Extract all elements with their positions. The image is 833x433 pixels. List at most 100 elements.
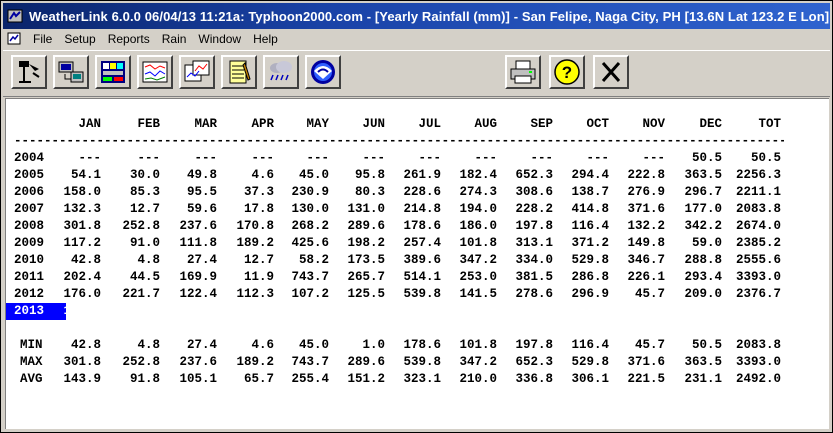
menu-rain[interactable]: Rain: [156, 32, 193, 46]
menu-help[interactable]: Help: [247, 32, 284, 46]
menu-file[interactable]: File: [27, 32, 58, 46]
table-cell: 177.0: [684, 202, 722, 216]
table-cell: 91.0: [129, 236, 160, 250]
table-row[interactable]: 2007 132.3 12.7 59.6 17.8 130.0 131.0 214.8 194.…: [6, 201, 781, 218]
table-row[interactable]: 2004 --- --- --- --- --- --- --- --- --- --- --- 50.…: [6, 150, 781, 167]
download-button[interactable]: [53, 55, 89, 89]
table-cell: 293.4: [684, 270, 722, 284]
column-header-dec: DEC: [699, 117, 722, 131]
table-cell: 381.5: [515, 270, 553, 284]
menu-window[interactable]: Window: [192, 32, 247, 46]
table-cell: 116.4: [571, 219, 609, 233]
table-cell: 2211.1: [735, 185, 781, 199]
report-pane[interactable]: JAN FEB MAR APR MAY JUN JUL AUG SEP OCT NOV DEC TOT …: [5, 98, 829, 429]
download-icon: [58, 61, 84, 83]
table-cell: 268.2: [291, 219, 329, 233]
table-cell: 65.7: [243, 372, 274, 386]
table-cell: 288.8: [684, 253, 722, 267]
table-row[interactable]: 2006 158.0 85.3 95.5 37.3 230.9 80.3 228.6 274.3…: [6, 184, 781, 201]
table-row[interactable]: 2005 54.1 30.0 49.8 4.6 45.0 95.8 261.9 182.4 652…: [6, 167, 781, 184]
menu-setup[interactable]: Setup: [58, 32, 101, 46]
table-cell: 306.1: [571, 372, 609, 386]
table-cell: 30.0: [129, 168, 160, 182]
table-cell: 371.2: [571, 236, 609, 250]
table-cell: 371.6: [627, 355, 665, 369]
table-row[interactable]: 2013 110.7 83.1 72.1 34.3 290.3 1.0 --- --- --- --…: [6, 303, 781, 320]
table-cell: ---: [699, 304, 722, 318]
table-cell: 182.4: [459, 168, 497, 182]
table-row[interactable]: 2011 202.4 44.5 169.9 11.9 743.7 265.7 514.1 253…: [6, 269, 781, 286]
table-cell: 1.0: [362, 304, 385, 318]
table-cell: 116.4: [571, 338, 609, 352]
table-cell: 45.7: [634, 338, 665, 352]
table-cell: 237.6: [179, 355, 217, 369]
table-cell: 334.0: [515, 253, 553, 267]
table-row[interactable]: 2008 301.8 252.8 237.6 170.8 268.2 289.6 178.6 1…: [6, 218, 781, 235]
print-button[interactable]: [505, 55, 541, 89]
table-cell: 652.3: [515, 355, 553, 369]
table-cell: 27.4: [186, 253, 217, 267]
table-cell: 2256.3: [735, 168, 781, 182]
table-cell: 323.1: [403, 372, 441, 386]
table-cell: 4.6: [251, 338, 274, 352]
strip-chart-button[interactable]: [137, 55, 173, 89]
table-cell: 50.5: [750, 151, 781, 165]
notepad-button[interactable]: [221, 55, 257, 89]
graph-button[interactable]: [179, 55, 215, 89]
table-cell: 539.8: [403, 287, 441, 301]
table-row[interactable]: 2012 176.0 221.7 122.4 112.3 107.2 125.5 539.8 1…: [6, 286, 781, 303]
menu-reports[interactable]: Reports: [102, 32, 156, 46]
graph-icon: [184, 60, 210, 82]
vantage-console-icon: [19, 61, 40, 83]
table-cell: 111.8: [179, 236, 217, 250]
rain-button[interactable]: [263, 55, 299, 89]
table-cell: 3393.0: [735, 355, 781, 369]
table-cell: 539.8: [403, 355, 441, 369]
title-bar[interactable]: WeatherLink 6.0.0 06/04/13 11:21a: Typho…: [3, 3, 830, 29]
table-cell: 170.8: [236, 219, 274, 233]
table-cell: ---: [474, 151, 497, 165]
table-cell: 149.8: [627, 236, 665, 250]
table-cell: 290.3: [291, 304, 329, 318]
table-cell: 59.6: [186, 202, 217, 216]
table-cell: 12.7: [243, 253, 274, 267]
table-cell: 253.0: [459, 270, 497, 284]
table-cell: ---: [78, 151, 101, 165]
table-cell: 42.8: [70, 338, 101, 352]
table-cell: 178.6: [403, 338, 441, 352]
help-button[interactable]: ?: [549, 55, 585, 89]
bulletin-icon: [101, 61, 125, 83]
table-cell: 12.7: [129, 202, 160, 216]
document-icon[interactable]: [7, 32, 23, 46]
table-cell: 289.6: [347, 355, 385, 369]
column-header-sep: SEP: [530, 117, 553, 131]
table-cell: 95.5: [186, 185, 217, 199]
noaa-button[interactable]: [305, 55, 341, 89]
vantage-console-button[interactable]: [11, 55, 47, 89]
table-cell: ---: [586, 151, 609, 165]
table-row[interactable]: 2010 42.8 4.8 27.4 12.7 58.2 173.5 389.6 347.2 33…: [6, 252, 781, 269]
table-cell: 2376.7: [735, 287, 781, 301]
table-cell: 529.8: [571, 253, 609, 267]
table-cell: 49.8: [186, 168, 217, 182]
bulletin-button[interactable]: [95, 55, 131, 89]
table-cell: 186.0: [459, 219, 497, 233]
table-cell: 221.7: [122, 287, 160, 301]
table-cell: 80.3: [354, 185, 385, 199]
close-button[interactable]: [593, 55, 629, 89]
help-icon: ?: [554, 59, 580, 85]
column-header-jul: JUL: [418, 117, 441, 131]
table-cell: ---: [362, 151, 385, 165]
weatherlink-app-icon[interactable]: [7, 8, 23, 24]
table-cell: 313.1: [515, 236, 553, 250]
table-cell: 231.1: [684, 372, 722, 386]
table-row[interactable]: 2009 117.2 91.0 111.8 189.2 425.6 198.2 257.4 10…: [6, 235, 781, 252]
report-header-row: JAN FEB MAR APR MAY JUN JUL AUG SEP OCT NOV DEC TOT: [6, 116, 781, 133]
table-cell: 173.5: [347, 253, 385, 267]
table-cell: ---: [642, 304, 665, 318]
table-cell: 2492.0: [735, 372, 781, 386]
table-cell: 237.6: [179, 219, 217, 233]
table-cell: 2555.6: [735, 253, 781, 267]
table-cell: 83.1: [129, 304, 160, 318]
table-cell: 209.0: [684, 287, 722, 301]
